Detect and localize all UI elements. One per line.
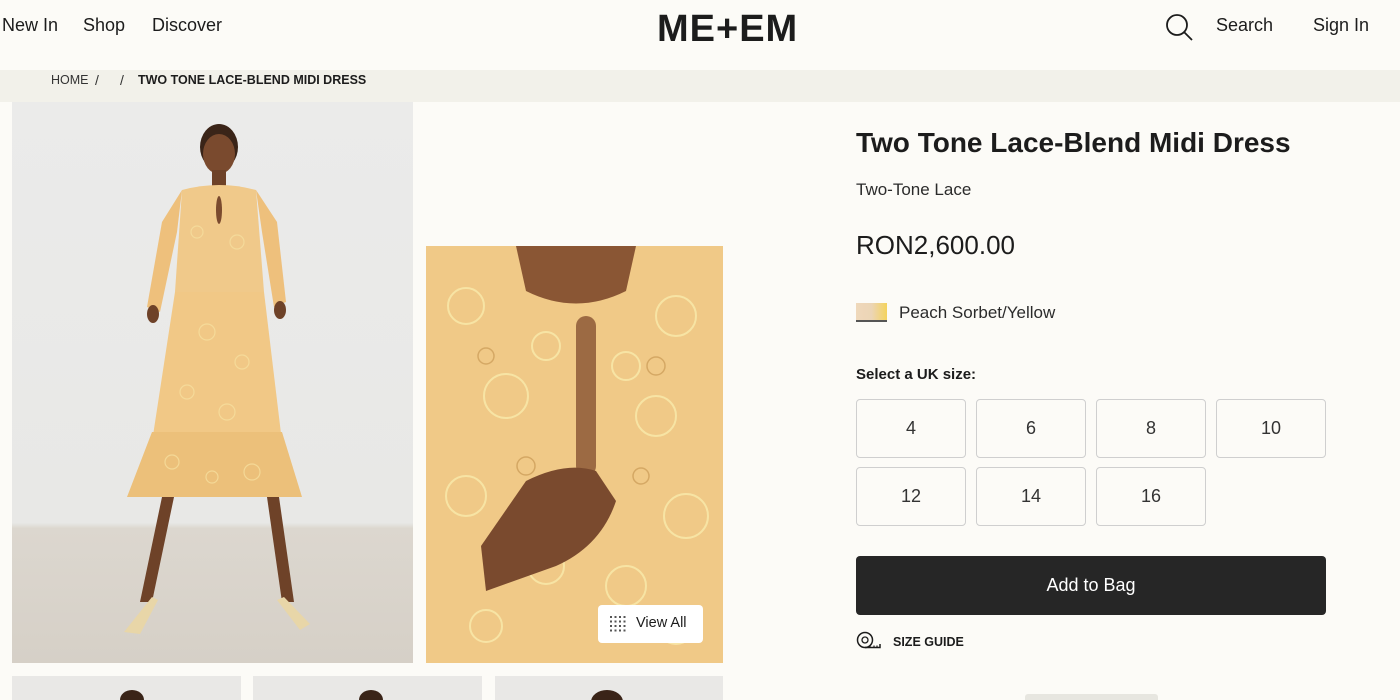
view-all-button[interactable]: View All: [598, 605, 703, 643]
grid-icon: [610, 616, 626, 632]
size-option-4[interactable]: 4: [856, 399, 966, 458]
view-all-label: View All: [636, 615, 687, 631]
size-option-14[interactable]: 14: [976, 467, 1086, 526]
product-thumbnail[interactable]: [253, 676, 482, 700]
color-name: Peach Sorbet/Yellow: [899, 303, 1056, 322]
product-price: RON2,600.00: [856, 230, 1015, 260]
search-icon[interactable]: [1165, 13, 1193, 41]
site-header: New In Shop Discover ME+EM Search Sign I…: [0, 0, 1400, 70]
breadcrumb-home[interactable]: HOME: [51, 73, 89, 87]
color-swatch[interactable]: [856, 303, 887, 322]
nav-discover[interactable]: Discover: [152, 15, 222, 36]
size-option-16[interactable]: 16: [1096, 467, 1206, 526]
breadcrumb-current: TWO TONE LACE-BLEND MIDI DRESS: [138, 73, 367, 87]
product-thumbnail[interactable]: [12, 676, 241, 700]
product-image-main[interactable]: [12, 102, 413, 663]
thumbnail-head-illustration: [120, 690, 144, 700]
size-option-8[interactable]: 8: [1096, 399, 1206, 458]
size-option-12[interactable]: 12: [856, 467, 966, 526]
product-thumbnail[interactable]: [495, 676, 723, 700]
sign-in-link[interactable]: Sign In: [1313, 15, 1369, 36]
nav-shop[interactable]: Shop: [83, 15, 125, 36]
thumbnail-head-illustration: [359, 690, 383, 700]
size-option-10[interactable]: 10: [1216, 399, 1326, 458]
thumbnail-head-illustration: [591, 690, 623, 700]
product-image-detail[interactable]: [426, 246, 723, 663]
tape-measure-icon[interactable]: [856, 631, 882, 651]
size-option-6[interactable]: 6: [976, 399, 1086, 458]
breadcrumb-separator: /: [95, 72, 99, 88]
search-link[interactable]: Search: [1216, 15, 1273, 36]
product-subtitle: Two-Tone Lace: [856, 180, 972, 199]
add-to-bag-button[interactable]: Add to Bag: [856, 556, 1326, 615]
model-figure-illustration: [124, 124, 310, 634]
nav-new-in[interactable]: New In: [2, 15, 58, 36]
size-guide-link[interactable]: SIZE GUIDE: [893, 635, 964, 649]
breadcrumb-separator: /: [120, 72, 124, 88]
size-prompt: Select a UK size:: [856, 366, 977, 383]
brand-logo[interactable]: ME+EM: [657, 8, 798, 51]
product-title: Two Tone Lace-Blend Midi Dress: [856, 127, 1291, 158]
collapsed-panel-tab: [1025, 694, 1158, 700]
lace-detail-illustration: [426, 246, 723, 663]
